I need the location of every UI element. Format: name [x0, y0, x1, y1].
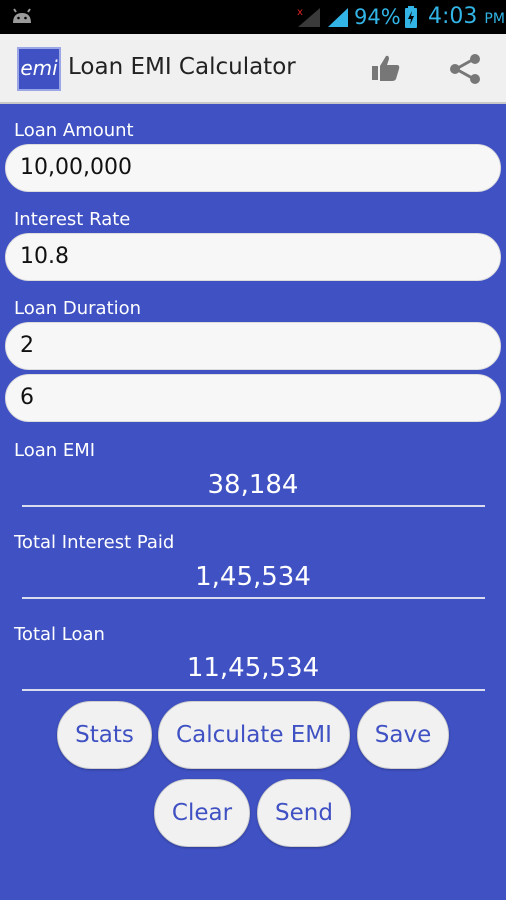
- android-debug-icon: [10, 7, 34, 29]
- signal-strength-icon: [326, 6, 350, 32]
- send-button[interactable]: Send: [257, 779, 351, 847]
- total-interest-underline: [22, 597, 485, 599]
- loan-emi-value: 38,184: [207, 470, 299, 500]
- loan-emi-underline: [22, 505, 485, 507]
- action-bar: emi Loan EMI Calculator: [0, 34, 506, 104]
- battery-charging-icon: [404, 6, 418, 32]
- loan-amount-label: Loan Amount: [14, 120, 134, 141]
- loan-duration-years-input[interactable]: 2: [5, 322, 501, 370]
- total-loan-value: 11,45,534: [186, 653, 320, 683]
- app-logo: emi: [17, 47, 61, 91]
- loan-duration-label: Loan Duration: [14, 298, 142, 319]
- total-interest-value: 1,45,534: [195, 562, 311, 592]
- loan-emi-label: Loan EMI: [14, 440, 96, 461]
- interest-rate-label: Interest Rate: [14, 209, 131, 230]
- stats-button[interactable]: Stats: [57, 701, 152, 769]
- total-interest-label: Total Interest Paid: [14, 532, 175, 553]
- loan-amount-input[interactable]: 10,00,000: [5, 144, 501, 192]
- clock-time: 4:03: [428, 4, 478, 29]
- clear-button[interactable]: Clear: [154, 779, 250, 847]
- svg-text:x: x: [297, 7, 303, 18]
- interest-rate-input[interactable]: 10.8: [5, 233, 501, 281]
- loan-duration-months-input[interactable]: 6: [5, 374, 501, 422]
- save-button[interactable]: Save: [357, 701, 449, 769]
- thumbs-up-icon[interactable]: [370, 53, 402, 87]
- total-loan-label: Total Loan: [14, 624, 105, 645]
- battery-percent: 94%: [354, 5, 401, 29]
- clock-ampm: PM: [484, 11, 505, 27]
- calculate-emi-button[interactable]: Calculate EMI: [158, 701, 350, 769]
- status-bar: x 94% 4:03 PM: [0, 0, 506, 34]
- total-loan-underline: [22, 689, 485, 691]
- no-signal-icon: x: [296, 6, 322, 32]
- share-icon[interactable]: [448, 52, 482, 90]
- clock: 4:03 PM: [428, 4, 505, 29]
- app-title: Loan EMI Calculator: [68, 54, 296, 80]
